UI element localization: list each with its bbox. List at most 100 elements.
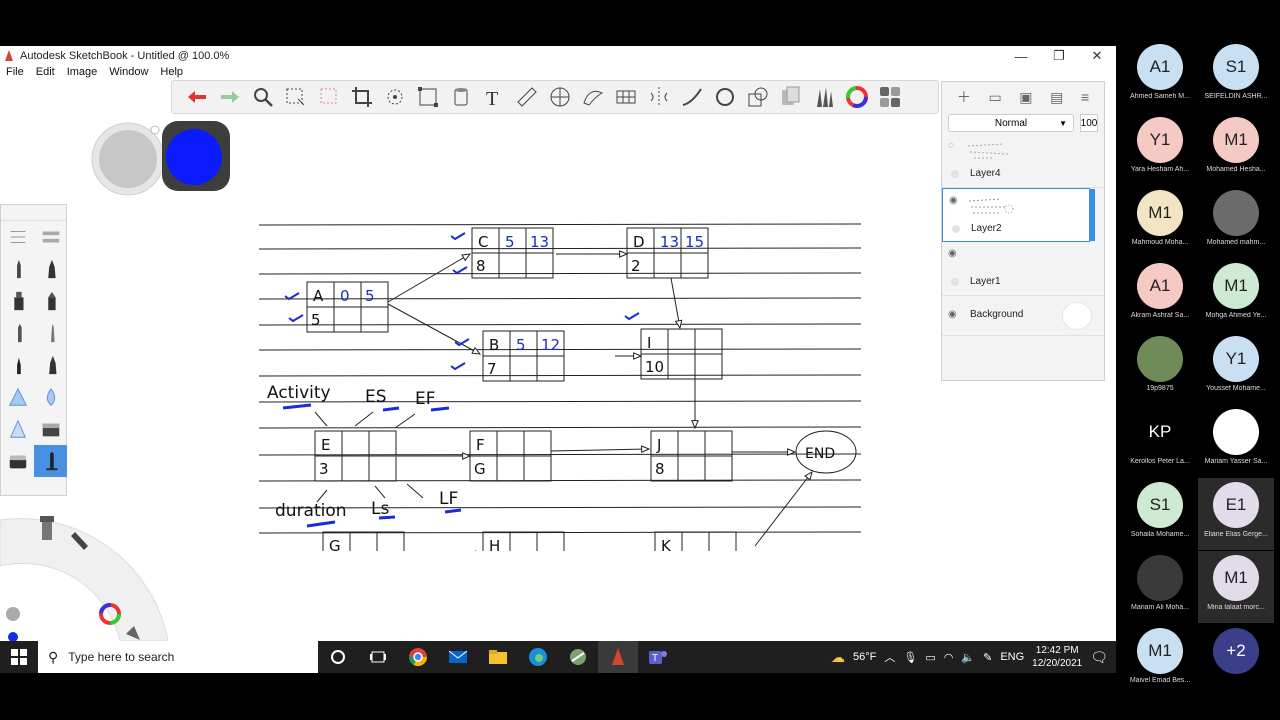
crop-tool[interactable] (345, 82, 378, 112)
eye-icon[interactable]: ◉ (948, 309, 957, 320)
clock[interactable]: 12:42 PM 12/20/2021 (1032, 644, 1082, 670)
perspective-tool[interactable] (609, 82, 642, 112)
participant-tile[interactable]: M1 Mohamed Hesha... (1198, 113, 1274, 185)
redo-tool[interactable] (213, 82, 246, 112)
app-icon[interactable] (558, 641, 598, 673)
wifi-icon[interactable]: ◠ (944, 651, 954, 664)
palette-tool[interactable] (1, 285, 34, 317)
lagoon-menu[interactable] (0, 506, 175, 641)
participant-tile[interactable]: A1 Akram Ashraf Sa... (1122, 259, 1198, 331)
text-tool[interactable]: T (477, 82, 510, 112)
close-button[interactable]: ✕ (1078, 48, 1116, 64)
current-color-icon[interactable] (8, 632, 18, 641)
battery-icon[interactable]: ▭ (925, 651, 935, 664)
eye-icon[interactable]: ◉ (948, 248, 957, 259)
participant-tile[interactable]: M1 Mina talaat morc... (1198, 551, 1274, 623)
participant-tile[interactable]: Y1 Youssef Mohame... (1198, 332, 1274, 404)
participant-tile[interactable]: Y1 Yara Hesham Ah... (1122, 113, 1198, 185)
shape-tool[interactable] (741, 82, 774, 112)
weather-temp[interactable]: 56°F (853, 651, 876, 663)
ellipse-guide-tool[interactable] (543, 82, 576, 112)
menu-image[interactable]: Image (61, 66, 104, 82)
palette-tool[interactable] (1, 221, 34, 253)
pen-icon[interactable]: ✎ (983, 651, 992, 664)
copic-library-tool[interactable] (873, 82, 906, 112)
activity-node-c[interactable]: C 5 13 8 (471, 227, 554, 279)
stroke-tool[interactable] (675, 82, 708, 112)
layer-item-layer1[interactable]: ◉ Layer1 (942, 242, 1104, 296)
restore-button[interactable]: ❐ (1040, 48, 1078, 64)
palette-tool[interactable] (34, 445, 67, 477)
language-indicator[interactable]: ENG (1000, 651, 1024, 663)
palette-tool[interactable] (34, 221, 67, 253)
sketchbook-taskbar-icon[interactable] (598, 641, 638, 673)
brush-size-icon[interactable] (6, 607, 20, 621)
blend-mode-select[interactable]: Normal ▼ (948, 114, 1074, 132)
palette-tool[interactable] (34, 349, 67, 381)
participant-tile[interactable]: KP Kerollos Peter La... (1122, 405, 1198, 477)
color-wheel-tool[interactable] (840, 82, 873, 112)
palette-tool[interactable] (1, 413, 34, 445)
participant-tile[interactable]: M1 Maivel Emad Bes... (1122, 624, 1198, 696)
participant-tile[interactable]: Mohamed mahm... (1198, 186, 1274, 258)
layer-item-background[interactable]: ◉ Background (942, 296, 1104, 336)
participant-tile[interactable]: Mariam Yasser Sa... (1198, 405, 1274, 477)
palette-tool[interactable] (34, 253, 67, 285)
microphone-icon[interactable]: 🎙 (903, 651, 917, 664)
copy-tool[interactable] (774, 82, 807, 112)
layer-lock-dot[interactable] (951, 278, 959, 286)
symmetry-tool[interactable] (642, 82, 675, 112)
palette-tool[interactable] (34, 413, 67, 445)
layer-item-layer4[interactable]: ◌ Layer4 (942, 134, 1104, 188)
add-layer-icon[interactable]: ＋ (957, 87, 971, 107)
activity-node-i[interactable]: I 10 (640, 328, 723, 380)
add-image-icon[interactable]: ▣ (1019, 89, 1032, 106)
start-button[interactable] (0, 641, 38, 673)
palette-tool[interactable] (1, 381, 34, 413)
participant-tile[interactable]: M1 Mohga Ahmed Ye... (1198, 259, 1274, 331)
hidden-eye-icon[interactable]: ◌ (948, 140, 954, 151)
teams-icon[interactable]: T (638, 641, 678, 673)
activity-node-f[interactable]: FG (469, 430, 552, 482)
menu-window[interactable]: Window (103, 66, 154, 82)
undo-tool[interactable] (180, 82, 213, 112)
participant-tile[interactable]: E1 Eliane Elias Gerge... (1198, 478, 1274, 550)
activity-node-b[interactable]: B 5 12 7 (482, 330, 565, 382)
zoom-tool[interactable] (246, 82, 279, 112)
add-group-icon[interactable]: ▭ (988, 89, 1001, 106)
activity-node-j[interactable]: J8 (650, 430, 733, 482)
participant-tile[interactable]: A1 Ahmed Sameh M... (1122, 40, 1198, 112)
participant-tile[interactable]: S1 SEIFELDIN ASHR... (1198, 40, 1274, 112)
palette-tool[interactable] (34, 381, 67, 413)
participant-tile[interactable]: 19p9875 (1122, 332, 1198, 404)
activity-node-k[interactable]: K17 (654, 531, 737, 551)
chevron-up-icon[interactable]: ︿ (884, 649, 895, 665)
activity-node-g[interactable]: G1 (322, 531, 405, 551)
transform-tool[interactable] (378, 82, 411, 112)
activity-node-e[interactable]: E3 (314, 430, 397, 482)
palette-tool[interactable] (1, 253, 34, 285)
edge-icon[interactable] (518, 641, 558, 673)
distort-tool[interactable] (411, 82, 444, 112)
participant-tile[interactable]: Mariam Ali Moha... (1122, 551, 1198, 623)
merge-layer-icon[interactable]: ▤ (1050, 89, 1063, 106)
file-explorer-icon[interactable] (478, 641, 518, 673)
palette-tool[interactable] (34, 285, 67, 317)
select-tool[interactable] (279, 82, 312, 112)
activity-node-h[interactable]: H2 (482, 531, 565, 551)
background-color-swatch[interactable] (1062, 302, 1092, 330)
french-curve-tool[interactable] (576, 82, 609, 112)
ellipse-tool[interactable] (708, 82, 741, 112)
brush-puck[interactable] (90, 120, 232, 196)
eye-icon[interactable]: ◉ (949, 195, 958, 206)
layer-menu-icon[interactable]: ≡ (1081, 89, 1089, 105)
palette-tool[interactable] (1, 317, 34, 349)
layer-item-layer2[interactable]: ◉ Layer2 (942, 188, 1095, 242)
participant-tile[interactable]: S1 Sohaila Mohame... (1122, 478, 1198, 550)
participant-tile[interactable]: +2 (1198, 624, 1274, 696)
task-view-icon[interactable] (358, 641, 398, 673)
participant-tile[interactable]: M1 Mahmoud Moha... (1122, 186, 1198, 258)
brush-library-tool[interactable] (807, 82, 840, 112)
taskbar-search-box[interactable]: ⚲ Type here to search (38, 641, 318, 673)
layer-lock-dot[interactable] (952, 225, 960, 233)
